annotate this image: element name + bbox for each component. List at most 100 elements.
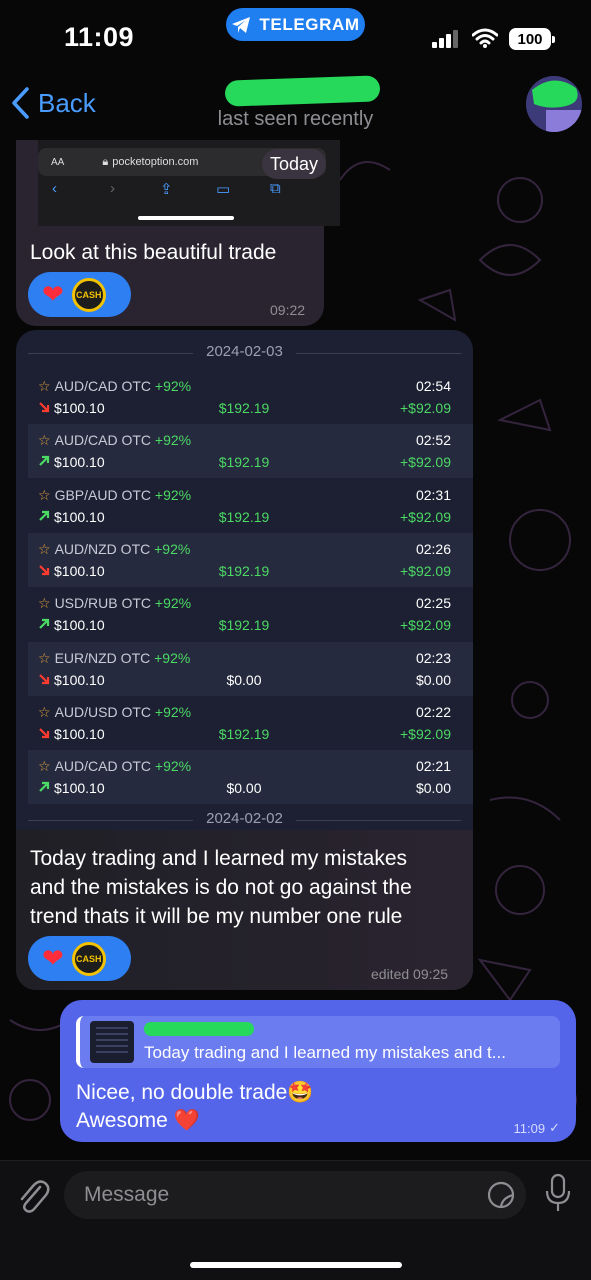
star-icon: ☆: [38, 378, 51, 394]
message-field[interactable]: [64, 1171, 526, 1219]
avatar[interactable]: [526, 76, 582, 132]
custom-emoji-reaction-icon[interactable]: CASH: [71, 941, 106, 976]
outgoing-message[interactable]: Today trading and I learned my mistakes …: [60, 1000, 576, 1142]
trade-amount: $100.10: [38, 726, 105, 742]
reply-quote[interactable]: Today trading and I learned my mistakes …: [76, 1016, 560, 1068]
trade-pair-name: EUR/NZD OTC: [54, 649, 151, 666]
message-text-line: Nicee, no double trade🤩: [76, 1081, 314, 1104]
trade-payout: +92%: [154, 595, 192, 612]
trade-amount: $100.10: [38, 400, 105, 416]
arrow-up-icon: [38, 617, 50, 633]
trade-pair: ☆ AUD/CAD OTC +92%: [38, 758, 191, 775]
trade-pair: ☆ GBP/AUD OTC +92%: [38, 487, 191, 504]
trade-profit: +$92.09: [400, 508, 451, 525]
heart-reaction-icon[interactable]: ❤: [42, 943, 64, 974]
trade-profit: +$92.09: [400, 562, 451, 579]
trade-amount-value: $100.10: [54, 617, 105, 634]
trade-pair: ☆ AUD/CAD OTC +92%: [38, 378, 191, 395]
trade-row: ☆ GBP/AUD OTC +92% $100.10 $192.19 02:31 +$92…: [28, 479, 473, 533]
trade-result: $192.19: [218, 617, 270, 634]
trade-row: ☆ USD/RUB OTC +92% $100.10 $192.19 02:25 +$92…: [28, 587, 473, 641]
star-icon: ☆: [38, 595, 51, 612]
telegram-pill-label: TELEGRAM: [259, 14, 360, 34]
share-icon: ⇪: [160, 181, 173, 198]
heart-reaction-icon[interactable]: ❤: [42, 279, 64, 310]
trade-row: ☆ AUD/CAD OTC +92% $100.10 $192.19 02:52 +$92…: [28, 424, 473, 479]
status-bar: 11:09 TELEGRAM 100: [0, 0, 591, 64]
tabs-icon: ⧉: [270, 180, 281, 197]
trade-pair: ☆ AUD/USD OTC +92%: [38, 704, 191, 721]
trade-amount-value: $100.10: [54, 780, 105, 797]
message-text-line: Today trading and I learned my mistakes: [30, 847, 408, 870]
message-time: edited 09:25: [371, 966, 449, 982]
arrow-up-icon: [38, 780, 50, 796]
trade-amount-value: $100.10: [54, 508, 105, 525]
reply-text: Today trading and I learned my mistakes …: [144, 1043, 506, 1062]
arrow-down-icon: [38, 563, 50, 579]
trade-amount-value: $100.10: [54, 454, 105, 471]
message-status: 11:09 ✓: [514, 1120, 560, 1136]
trade-pair: ☆ EUR/NZD OTC +92%: [38, 650, 190, 667]
trade-time: 02:31: [415, 486, 451, 503]
trade-pair-name: AUD/CAD OTC: [54, 432, 152, 449]
star-icon: ☆: [38, 432, 51, 449]
trade-result: $192.19: [218, 400, 270, 416]
trade-profit: +$92.09: [400, 454, 451, 471]
trade-row: ☆ AUD/NZD OTC +92% $100.10 $192.19 02:26 +$92…: [28, 532, 473, 587]
trade-row: ☆ AUD/CAD OTC +92% $100.10 $0.00 02:21 $0.00: [28, 750, 473, 805]
trade-pair: ☆ USD/RUB OTC +92%: [38, 595, 191, 612]
date-badge: Today: [262, 149, 327, 179]
trade-amount-value: $100.10: [54, 671, 105, 688]
message-input[interactable]: [84, 1171, 464, 1219]
home-indicator: [190, 1262, 402, 1268]
trade-payout: +92%: [154, 649, 191, 666]
trade-result: $192.19: [218, 562, 270, 579]
arrow-down-icon: [38, 672, 50, 688]
trade-amount-value: $100.10: [54, 725, 105, 742]
reactions[interactable]: ❤ CASH: [28, 936, 131, 981]
message-time: 09:22: [270, 302, 306, 318]
home-indicator-in-screenshot: [138, 216, 234, 220]
browser-back-icon: ‹: [52, 180, 57, 197]
star-icon: ☆: [38, 486, 51, 503]
microphone-icon[interactable]: [544, 1173, 572, 1215]
trade-time: 02:26: [415, 540, 451, 557]
message-text-line: and the mistakes is do not go against th…: [30, 876, 412, 899]
telegram-icon: [232, 16, 251, 33]
lock-icon: 🔒︎: [102, 155, 109, 168]
trade-time: 02:54: [415, 378, 451, 394]
trade-pair-name: AUD/CAD OTC: [54, 378, 152, 394]
arrow-down-icon: [38, 400, 50, 416]
trade-profit: +$92.09: [400, 400, 451, 416]
trade-row: ☆ AUD/CAD OTC +92% $100.10 $192.19 02:54 +$92…: [28, 370, 473, 424]
trade-payout: +92%: [154, 432, 192, 449]
trade-amount: $100.10: [38, 672, 105, 688]
incoming-message-trades[interactable]: 2024-02-03 ☆ AUD/CAD OTC +92% $100.10 $192.…: [16, 330, 473, 990]
sticker-icon[interactable]: [486, 1180, 516, 1210]
reactions[interactable]: ❤ CASH: [28, 272, 131, 317]
custom-emoji-reaction-icon[interactable]: CASH: [71, 277, 106, 312]
status-time: 11:09: [64, 22, 135, 52]
trade-profit: +$92.09: [400, 725, 451, 742]
message-time: 11:09: [513, 1120, 546, 1136]
star-icon: ☆: [38, 649, 51, 666]
contact-name-redacted[interactable]: [224, 75, 381, 107]
arrow-up-icon: [38, 509, 50, 525]
trade-amount: $100.10: [38, 563, 105, 579]
trade-payout: +92%: [154, 540, 191, 557]
message-caption-area: Today trading and I learned my mistakes …: [16, 830, 473, 990]
trade-time: 02:52: [415, 432, 451, 449]
star-icon: ☆: [38, 758, 51, 775]
browser-forward-icon: ›: [110, 180, 115, 197]
trade-pair-name: AUD/USD OTC: [54, 703, 152, 720]
trade-result: $0.00: [226, 780, 262, 797]
trade-row: ☆ AUD/USD OTC +92% $100.10 $192.19 02:22 +$92…: [28, 696, 473, 750]
trade-amount: $100.10: [38, 454, 105, 470]
date-separator: 2024-02-02: [16, 810, 473, 830]
trade-amount-value: $100.10: [54, 400, 105, 416]
telegram-pill[interactable]: TELEGRAM: [226, 8, 365, 41]
star-icon: ☆: [38, 540, 51, 557]
attach-icon[interactable]: [16, 1177, 50, 1215]
date-separator: 2024-02-03: [16, 343, 473, 363]
trade-amount-value: $100.10: [54, 562, 105, 579]
